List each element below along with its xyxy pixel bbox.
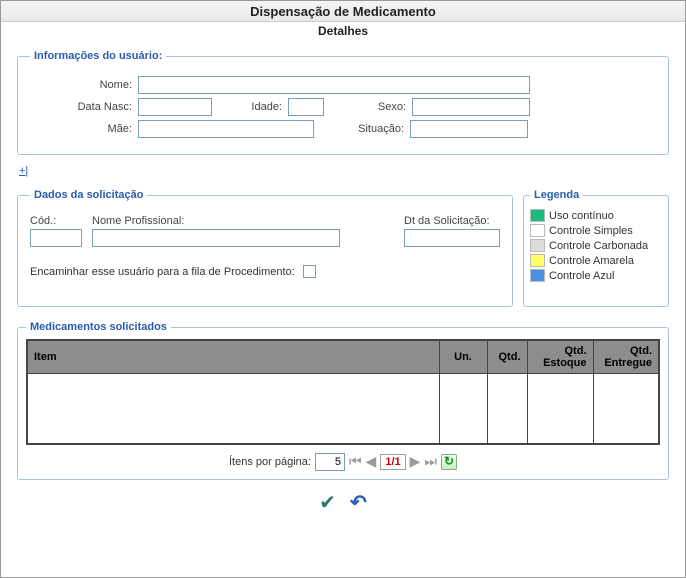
situacao-label: Situação: (314, 123, 410, 135)
meds-table: Item Un. Qtd. Qtd. Estoque Qtd. Entregue (26, 339, 660, 445)
legend-swatch (530, 209, 545, 222)
cod-input[interactable] (30, 229, 82, 247)
action-bar: ✔ ↶ (17, 490, 669, 515)
page-indicator: 1/1 (380, 454, 405, 470)
table-row (27, 374, 659, 444)
legend-group: Legenda Uso contínuo Controle Simples Cont… (523, 189, 669, 307)
legend-swatch (530, 239, 545, 252)
cod-label: Cód.: (30, 215, 82, 227)
next-page-icon[interactable]: ▶ (410, 453, 421, 470)
first-page-icon[interactable]: ⏮ (349, 453, 362, 470)
idade-label: Idade: (212, 101, 288, 113)
items-per-page-input[interactable] (315, 453, 345, 471)
legend-item: Uso contínuo (530, 209, 662, 222)
legend-item: Controle Azul (530, 269, 662, 282)
window-subtitle: Detalhes (1, 22, 685, 44)
sexo-label: Sexo: (324, 101, 412, 113)
col-un: Un. (439, 340, 487, 374)
col-item: Item (27, 340, 439, 374)
nome-input[interactable] (138, 76, 530, 94)
window-title: Dispensação de Medicamento (1, 1, 685, 22)
data-nasc-label: Data Nasc: (30, 101, 138, 113)
legend-item: Controle Amarela (530, 254, 662, 267)
request-group: Dados da solicitação Cód.: Nome Profissi… (17, 189, 513, 307)
legend-label: Uso contínuo (549, 210, 614, 222)
legend-swatch (530, 224, 545, 237)
last-page-icon[interactable]: ⏭ (424, 453, 437, 470)
legend-item: Controle Carbonada (530, 239, 662, 252)
legend-label: Controle Azul (549, 270, 614, 282)
user-info-group: Informações do usuário: Nome: Data Nasc:… (17, 50, 669, 155)
meds-group: Medicamentos solicitados Item Un. Qtd. (17, 321, 669, 480)
col-estoque: Qtd. Estoque (527, 340, 593, 374)
forward-checkbox[interactable] (303, 265, 316, 278)
prof-label: Nome Profissional: (92, 215, 394, 227)
legend-label: Controle Carbonada (549, 240, 648, 252)
situacao-input[interactable] (410, 120, 528, 138)
col-qtd: Qtd. (487, 340, 527, 374)
col-entregue: Qtd. Entregue (593, 340, 659, 374)
mae-label: Mãe: (30, 123, 138, 135)
idade-input[interactable] (288, 98, 324, 116)
prof-input[interactable] (92, 229, 340, 247)
dt-input[interactable] (404, 229, 500, 247)
dt-label: Dt da Solicitação: (404, 215, 500, 227)
mae-input[interactable] (138, 120, 314, 138)
legend-item: Controle Simples (530, 224, 662, 237)
pager: Ítens por página: ⏮ ◀ 1/1 ▶ ⏭ (26, 453, 660, 471)
confirm-icon[interactable]: ✔ (319, 490, 336, 515)
window: Dispensação de Medicamento Detalhes Info… (0, 0, 686, 578)
refresh-icon[interactable] (441, 454, 457, 470)
undo-icon[interactable]: ↶ (350, 490, 367, 515)
meds-legend: Medicamentos solicitados (26, 321, 171, 333)
legend-swatch (530, 254, 545, 267)
legend-title: Legenda (530, 189, 583, 201)
user-info-legend: Informações do usuário: (30, 50, 166, 62)
legend-label: Controle Amarela (549, 255, 634, 267)
request-legend: Dados da solicitação (30, 189, 147, 201)
data-nasc-input[interactable] (138, 98, 212, 116)
pager-label: Ítens por página: (229, 456, 311, 468)
prev-page-icon[interactable]: ◀ (366, 453, 377, 470)
legend-label: Controle Simples (549, 225, 633, 237)
expand-toggle[interactable]: +| (19, 165, 28, 177)
sexo-input[interactable] (412, 98, 530, 116)
forward-label: Encaminhar esse usuário para a fila de P… (30, 266, 295, 278)
nome-label: Nome: (30, 79, 138, 91)
legend-swatch (530, 269, 545, 282)
